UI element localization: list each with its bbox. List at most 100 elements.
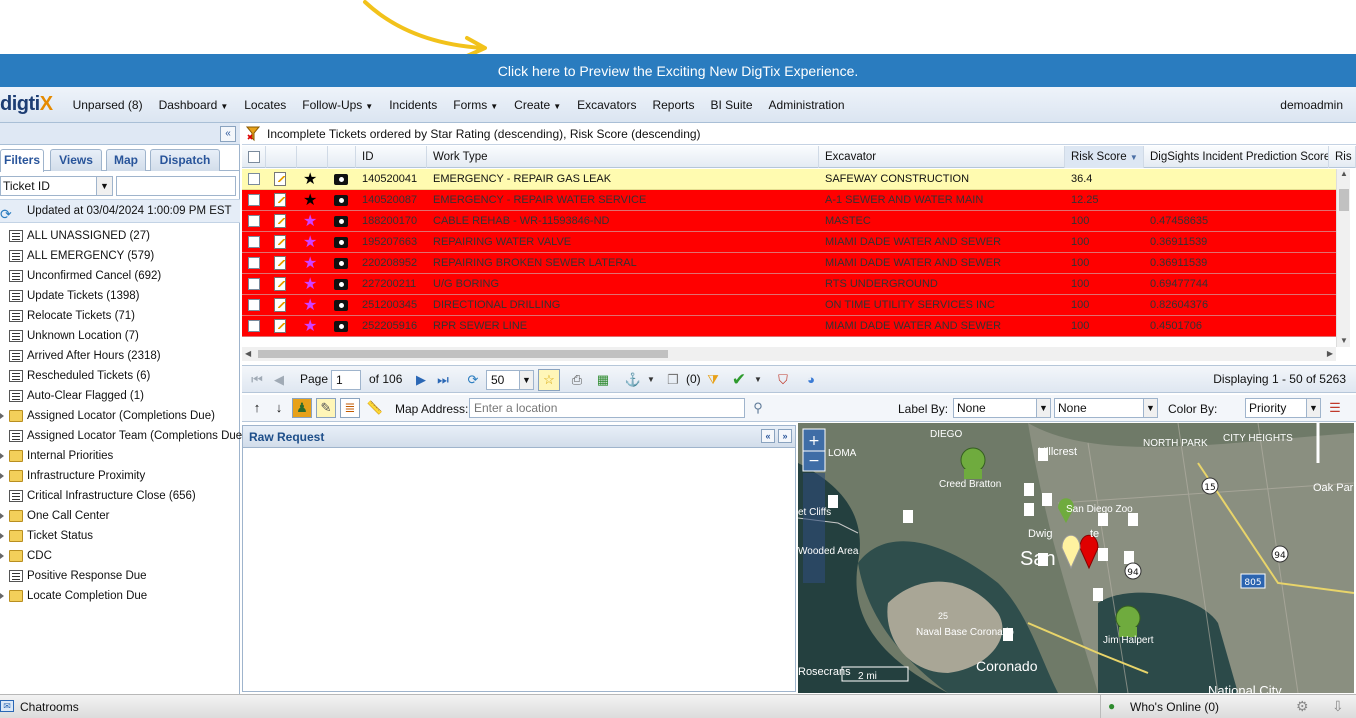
star-icon[interactable]: ★	[303, 297, 317, 314]
nav-locates[interactable]: Locates	[244, 98, 286, 112]
table-row[interactable]: ★ 220208952 REPAIRING BROKEN SEWER LATERAL…	[242, 253, 1336, 274]
nav-create[interactable]: Create ▼	[514, 98, 561, 112]
header-ris[interactable]: Ris	[1329, 146, 1356, 168]
nav-dashboard[interactable]: Dashboard ▼	[159, 98, 229, 112]
checkbox[interactable]	[248, 194, 260, 207]
refresh-icon[interactable]: ⟳	[0, 203, 12, 225]
filter-item[interactable]: Assigned Locator Team (Completions Due	[0, 426, 242, 446]
prev-page-icon[interactable]: ◀	[270, 371, 288, 389]
filter-item[interactable]: Assigned Locator (Completions Due)	[0, 406, 240, 426]
star-icon[interactable]: ★	[303, 276, 317, 293]
expand-arrow-icon[interactable]	[0, 453, 4, 459]
edit-ticket-icon[interactable]	[274, 256, 286, 271]
grid-horizontal-scrollbar[interactable]: ◀ ▶	[242, 347, 1336, 361]
filter-item[interactable]: Infrastructure Proximity	[0, 466, 240, 486]
header-excavator[interactable]: Excavator	[819, 146, 1065, 168]
camera-icon[interactable]	[334, 194, 348, 206]
edit-ticket-icon[interactable]	[274, 298, 286, 313]
color-palette-icon[interactable]: ◕	[802, 371, 820, 389]
filter-item[interactable]: Internal Priorities	[0, 446, 240, 466]
star-filter-icon[interactable]: ☆	[538, 369, 560, 391]
camera-icon[interactable]	[334, 215, 348, 227]
edit-ticket-icon[interactable]	[274, 193, 286, 208]
filter-item[interactable]: ALL UNASSIGNED (27)	[0, 226, 240, 246]
camera-icon[interactable]	[334, 236, 348, 248]
header-star[interactable]	[297, 146, 328, 168]
nav-administration[interactable]: Administration	[769, 98, 845, 112]
camera-icon[interactable]	[334, 320, 348, 332]
expand-right-icon[interactable]: »	[778, 429, 792, 443]
header-prediction-score[interactable]: DigSights Incident Prediction Score	[1144, 146, 1329, 168]
checkbox[interactable]	[248, 236, 260, 249]
row-checkbox-cell[interactable]	[242, 295, 266, 316]
scroll-up-icon[interactable]: ▲	[1340, 169, 1348, 178]
layers-icon[interactable]: ≣	[340, 398, 360, 418]
camera-icon[interactable]	[334, 299, 348, 311]
nav-reports[interactable]: Reports	[652, 98, 694, 112]
preview-banner[interactable]: Click here to Preview the Exciting New D…	[0, 54, 1356, 87]
star-icon[interactable]: ★	[303, 192, 317, 209]
checkmark-icon[interactable]: ✔	[730, 371, 748, 389]
filter-item[interactable]: Ticket Status	[0, 526, 240, 546]
filter-item[interactable]: Unknown Location (7)	[0, 326, 240, 346]
header-work-type[interactable]: Work Type	[427, 146, 819, 168]
locator-icon[interactable]: ♟	[292, 398, 312, 418]
ruler-icon[interactable]: 📏	[366, 399, 384, 417]
chevron-down-icon[interactable]: ▼	[642, 371, 660, 389]
grid-vertical-scrollbar[interactable]: ▲ ▼	[1336, 169, 1350, 347]
edit-ticket-icon[interactable]	[274, 172, 286, 187]
star-icon[interactable]: ★	[303, 234, 317, 251]
row-checkbox-cell[interactable]	[242, 211, 266, 232]
scroll-right-icon[interactable]: ▶	[1327, 349, 1333, 358]
star-icon[interactable]: ★	[303, 318, 317, 335]
filter-item[interactable]: Relocate Tickets (71)	[0, 306, 240, 326]
filter-item[interactable]: Update Tickets (1398)	[0, 286, 240, 306]
filter-item[interactable]: Critical Infrastructure Close (656)	[0, 486, 240, 506]
map-address-input[interactable]: Enter a location	[469, 398, 745, 418]
expand-arrow-icon[interactable]	[0, 473, 4, 479]
search-icon[interactable]: ⚲	[749, 399, 767, 417]
page-number-input[interactable]: 1	[331, 370, 361, 390]
header-edit[interactable]	[266, 146, 297, 168]
checkbox[interactable]	[248, 215, 260, 228]
checkbox[interactable]	[248, 150, 260, 163]
expand-arrow-icon[interactable]	[0, 553, 4, 559]
user-name[interactable]: demoadmin	[1280, 98, 1343, 112]
page-size-select[interactable]: 50 ▼	[486, 370, 534, 390]
nav-unparsed[interactable]: Unparsed (8)	[73, 98, 143, 112]
nav-forms[interactable]: Forms ▼	[453, 98, 498, 112]
chevron-down-icon[interactable]: ▼	[749, 371, 767, 389]
filter-item[interactable]: Unconfirmed Cancel (692)	[0, 266, 240, 286]
camera-icon[interactable]	[334, 173, 348, 185]
select-all-checkbox[interactable]	[242, 146, 266, 168]
checkbox[interactable]	[248, 299, 260, 312]
edit-ticket-icon[interactable]	[274, 277, 286, 292]
filter-item[interactable]: One Call Center	[0, 506, 240, 526]
map-canvas[interactable]: + − 15 94 94 805 Hillcrest NORTH PARK CI…	[798, 423, 1354, 693]
table-row[interactable]: ★ 251200345 DIRECTIONAL DRILLING ON TIME UT…	[242, 295, 1336, 316]
refresh-icon[interactable]: ⟳	[464, 371, 482, 389]
legend-icon[interactable]: ☰	[1326, 399, 1344, 417]
table-row[interactable]: ★ 227200211 U/G BORING RTS UNDERGROUND 100 0.…	[242, 274, 1336, 295]
star-icon[interactable]: ★	[303, 171, 317, 188]
expand-arrow-icon[interactable]	[0, 413, 4, 419]
anchor-icon[interactable]: ⚓	[624, 371, 642, 389]
arrow-down-icon[interactable]: ↓	[270, 399, 288, 417]
table-row[interactable]: ★ 140520087 EMERGENCY - REPAIR WATER SERVI…	[242, 190, 1336, 211]
camera-icon[interactable]	[334, 257, 348, 269]
row-checkbox-cell[interactable]	[242, 190, 266, 211]
scroll-left-icon[interactable]: ◀	[245, 349, 251, 358]
clear-filter-icon[interactable]: ⧩	[704, 371, 722, 389]
filter-item[interactable]: ALL EMERGENCY (579)	[0, 246, 240, 266]
expand-arrow-icon[interactable]	[0, 533, 4, 539]
filter-field-select[interactable]: Ticket ID ▼	[0, 176, 113, 196]
whos-online-link[interactable]: Who's Online (0)	[1130, 700, 1219, 714]
nav-incidents[interactable]: Incidents	[389, 98, 437, 112]
header-risk-score[interactable]: Risk Score ▼	[1065, 146, 1144, 168]
checkbox[interactable]	[248, 278, 260, 291]
nav-bi-suite[interactable]: BI Suite	[711, 98, 753, 112]
checkbox[interactable]	[248, 173, 260, 186]
print-icon[interactable]: ⎙	[568, 371, 586, 389]
filter-item[interactable]: CDC	[0, 546, 240, 566]
filter-icon[interactable]	[246, 126, 260, 142]
